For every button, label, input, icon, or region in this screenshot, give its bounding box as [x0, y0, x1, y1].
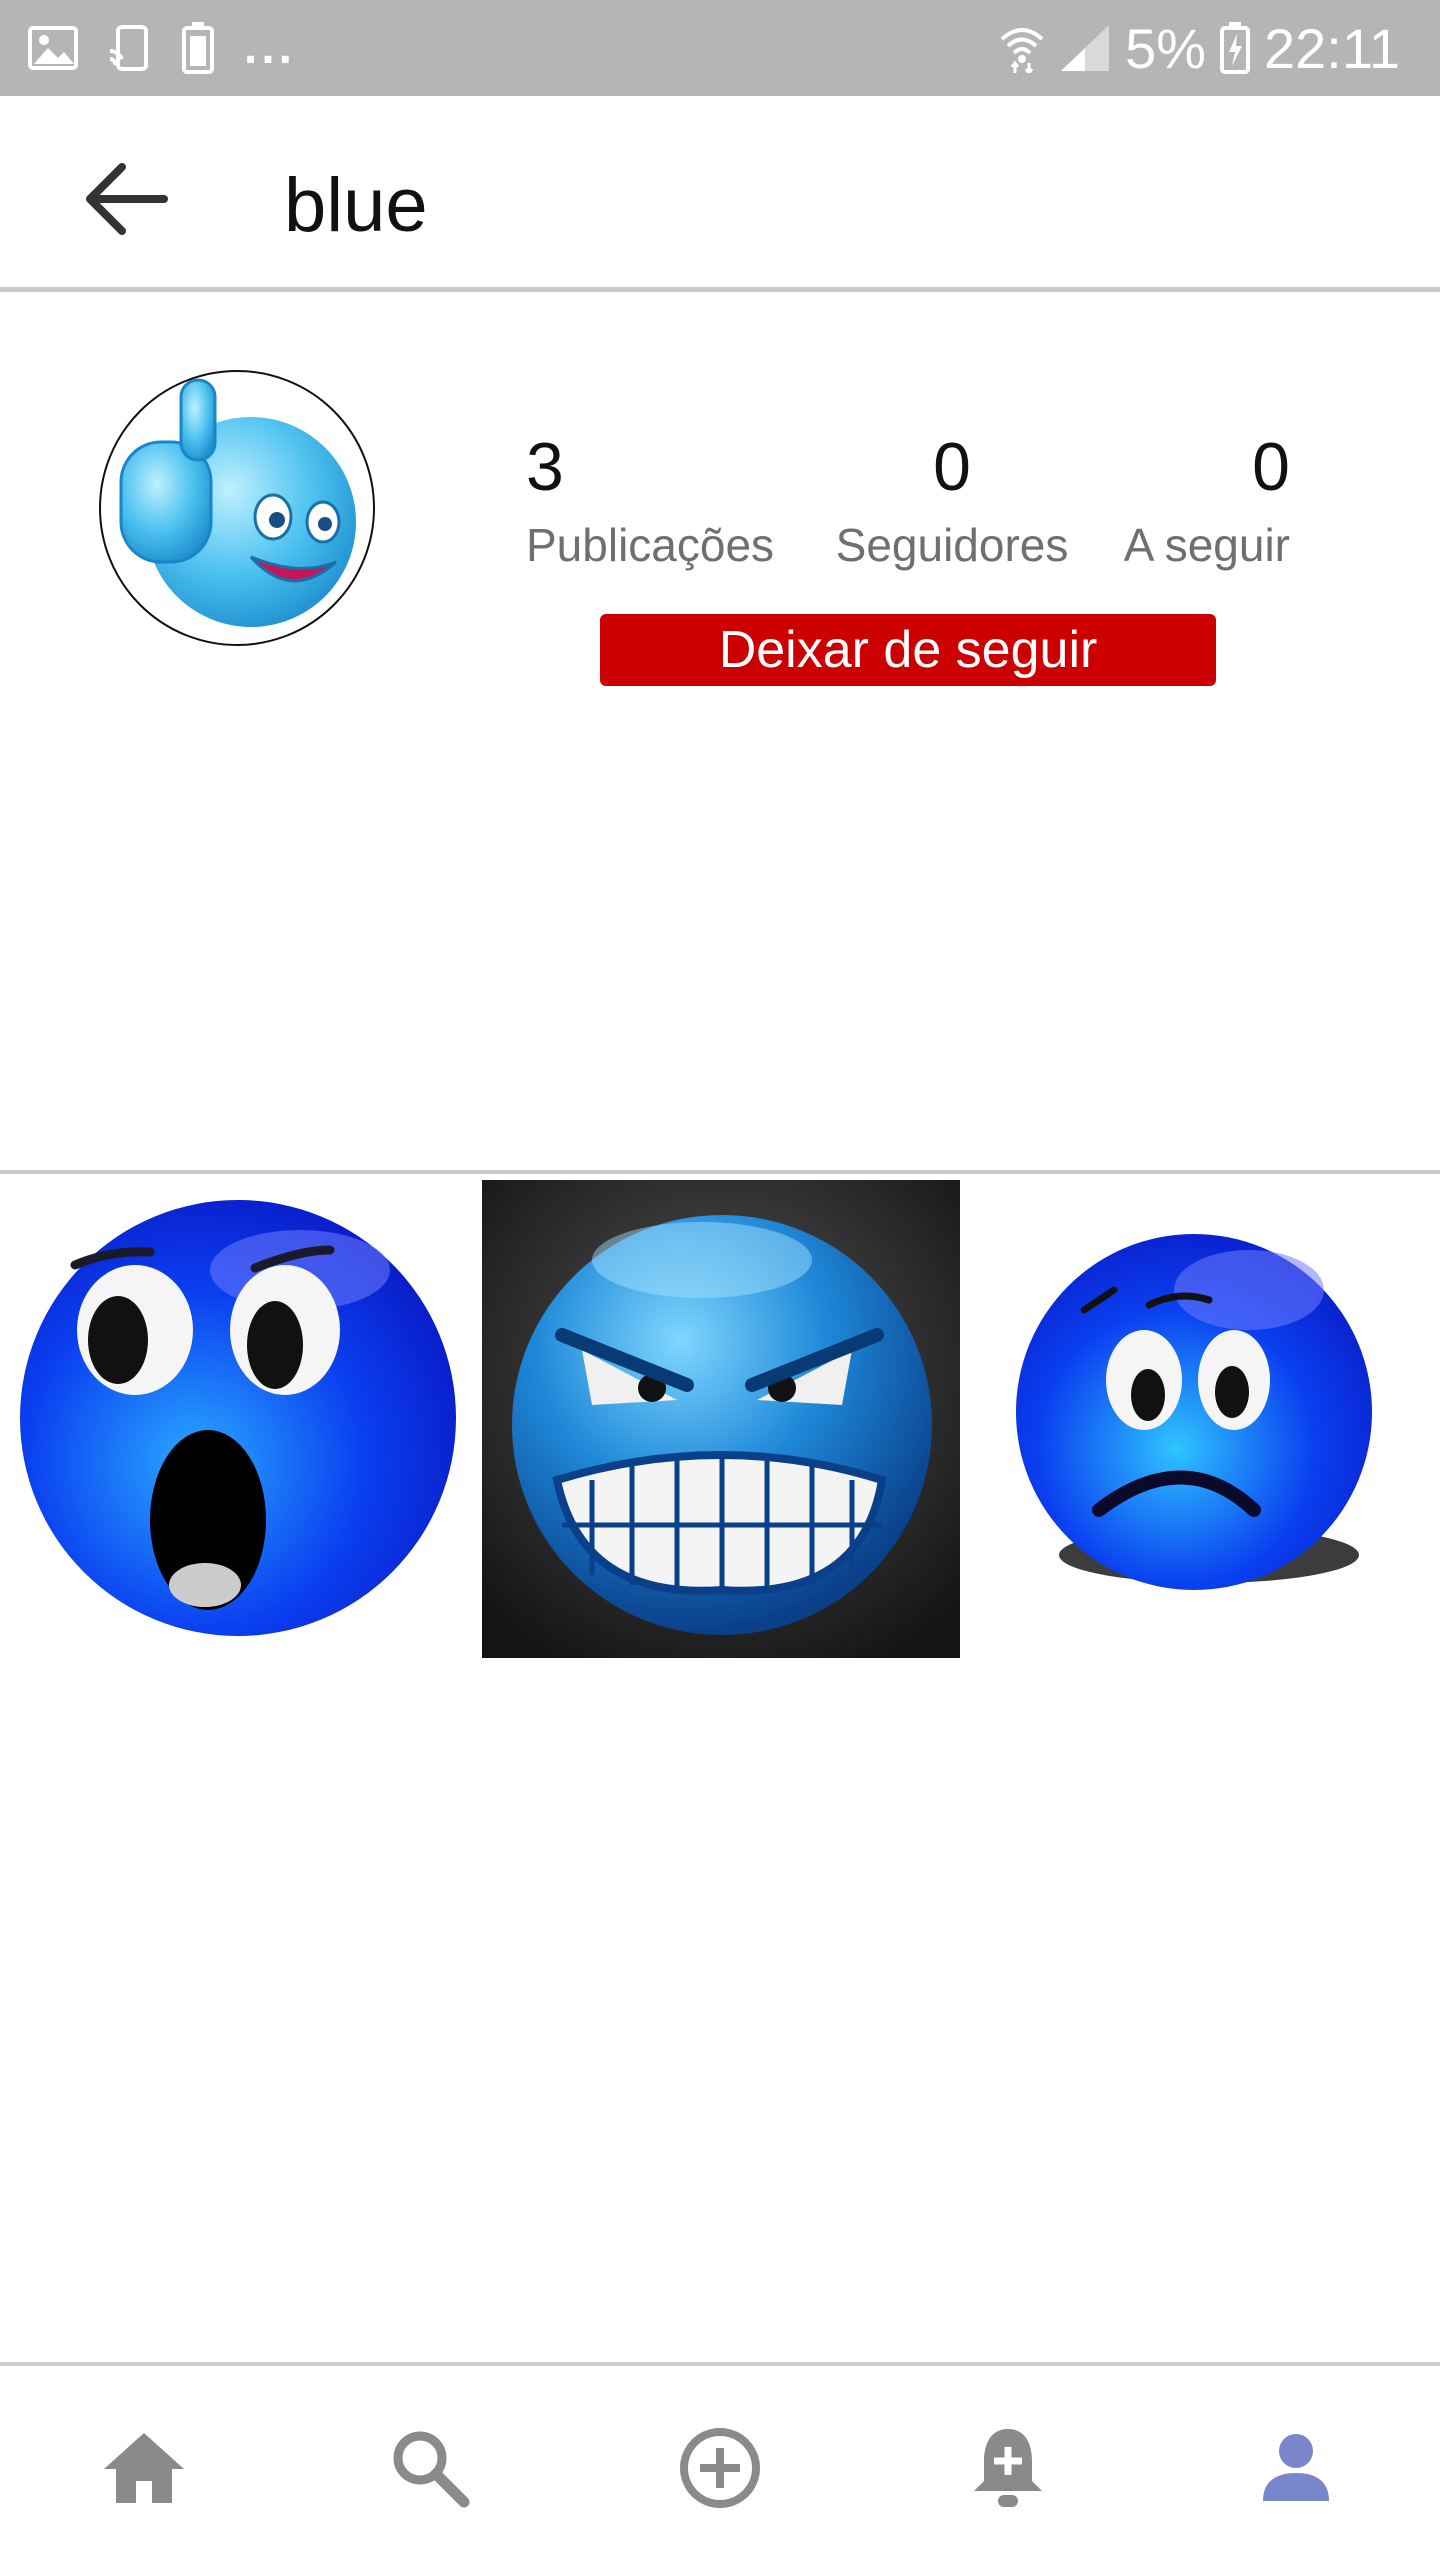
status-time: 22:11: [1264, 16, 1400, 80]
wifi-icon: [999, 23, 1045, 73]
back-button[interactable]: [70, 146, 180, 256]
stat-posts[interactable]: 3 Publicações: [526, 425, 774, 575]
battery-saver-icon: [182, 22, 214, 74]
home-icon: [102, 2431, 186, 2505]
avatar[interactable]: [99, 370, 375, 646]
worried-blue-smiley-icon: [1016, 1234, 1372, 1590]
stat-posts-count: 3: [526, 429, 564, 505]
nav-home-button[interactable]: [94, 2418, 194, 2518]
notification-add-icon: [970, 2425, 1046, 2511]
angry-blue-smiley-icon: [482, 1180, 960, 1658]
stat-following[interactable]: 0 A seguir: [1112, 425, 1290, 575]
add-circle-icon: [678, 2426, 762, 2510]
page-title: blue: [284, 163, 428, 248]
battery-charging-icon: [1220, 22, 1251, 74]
post-thumbnail-1[interactable]: [0, 1180, 478, 1658]
stat-followers[interactable]: 0 Seguidores: [832, 425, 1072, 575]
posts-divider: [0, 1170, 1440, 1174]
signal-icon: [1059, 23, 1111, 73]
status-bar-left: ...: [28, 20, 296, 76]
image-icon: [28, 26, 78, 70]
stat-followers-count: 0: [933, 429, 971, 505]
bottom-navigation: [0, 2362, 1440, 2560]
screen-cast-icon: [108, 25, 152, 71]
stat-posts-label: Publicações: [526, 519, 775, 571]
search-icon: [390, 2428, 470, 2508]
nav-search-button[interactable]: [380, 2418, 480, 2518]
post-thumbnail-3[interactable]: [964, 1180, 1440, 1658]
battery-percent: 5%: [1125, 16, 1207, 80]
profile-icon: [1261, 2433, 1331, 2503]
arrow-back-icon: [82, 161, 168, 242]
unfollow-button[interactable]: Deixar de seguir: [600, 614, 1216, 686]
stat-following-label: A seguir: [1123, 519, 1290, 571]
stat-following-count: 0: [1252, 429, 1290, 505]
nav-notifications-button[interactable]: [958, 2418, 1058, 2518]
stat-followers-label: Seguidores: [835, 519, 1069, 571]
app-bar: blue: [0, 96, 1440, 292]
nav-add-post-button[interactable]: [670, 2418, 770, 2518]
status-bar-right: 5% 22:11: [999, 14, 1400, 82]
status-overflow-indicator: ...: [244, 21, 297, 74]
shocked-blue-smiley-icon: [20, 1200, 456, 1636]
blue-thumbs-up-smiley-icon: [119, 378, 356, 627]
status-bar: ... 5% 22:11: [0, 0, 1440, 96]
nav-profile-button[interactable]: [1246, 2418, 1346, 2518]
post-thumbnail-2[interactable]: [482, 1180, 960, 1658]
